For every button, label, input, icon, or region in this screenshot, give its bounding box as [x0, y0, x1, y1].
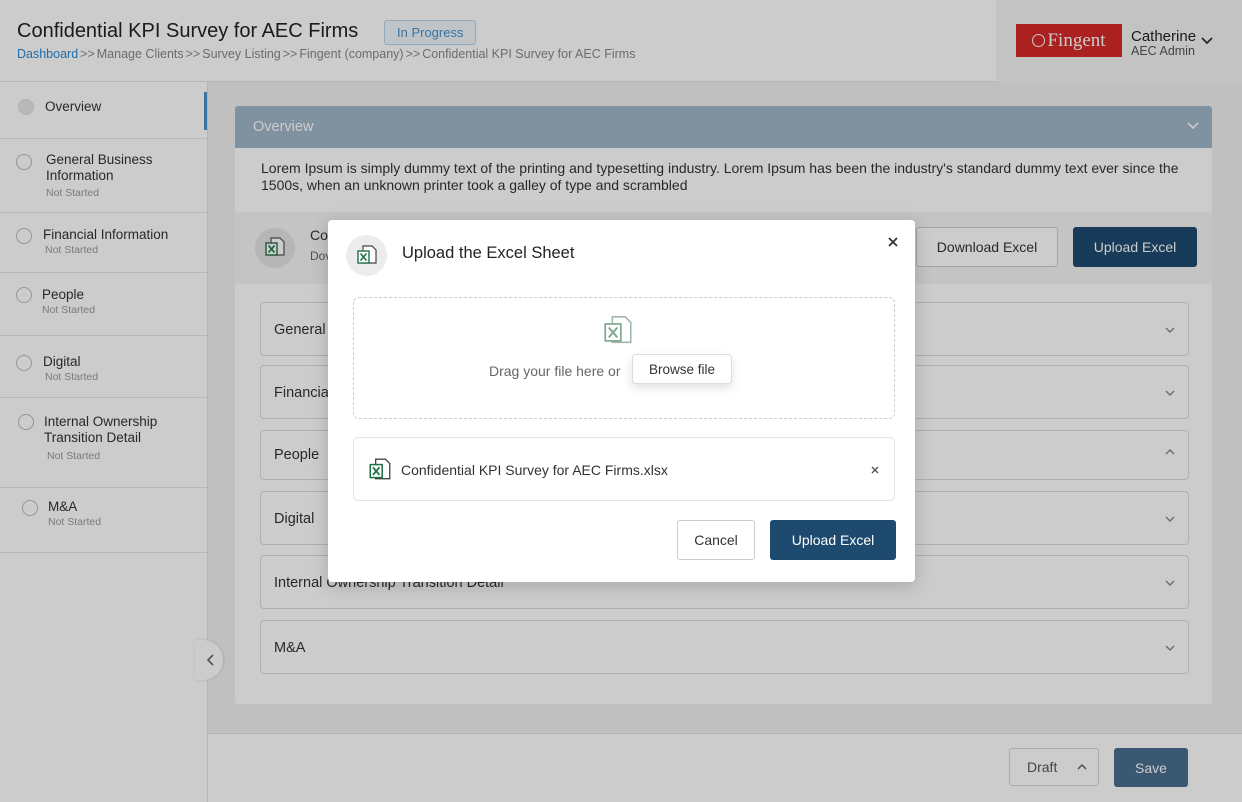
modal-upload-excel-button[interactable]: Upload Excel — [770, 520, 896, 560]
close-icon[interactable] — [868, 463, 882, 477]
selected-file-name: Confidential KPI Survey for AEC Firms.xl… — [401, 462, 668, 478]
file-dropzone[interactable]: Drag your file here or Browse file — [353, 297, 895, 419]
excel-file-icon — [604, 316, 632, 344]
excel-file-icon — [357, 245, 377, 264]
excel-file-icon — [369, 458, 391, 480]
modal-title: Upload the Excel Sheet — [402, 244, 575, 262]
close-icon[interactable] — [885, 234, 901, 250]
selected-file-item: Confidential KPI Survey for AEC Firms.xl… — [353, 437, 895, 501]
dropzone-text: Drag your file here or — [489, 363, 621, 379]
upload-excel-modal: Upload the Excel Sheet Drag your file he… — [328, 220, 915, 582]
modal-icon-badge — [346, 235, 387, 276]
cancel-button[interactable]: Cancel — [677, 520, 755, 560]
browse-file-button[interactable]: Browse file — [632, 354, 732, 384]
